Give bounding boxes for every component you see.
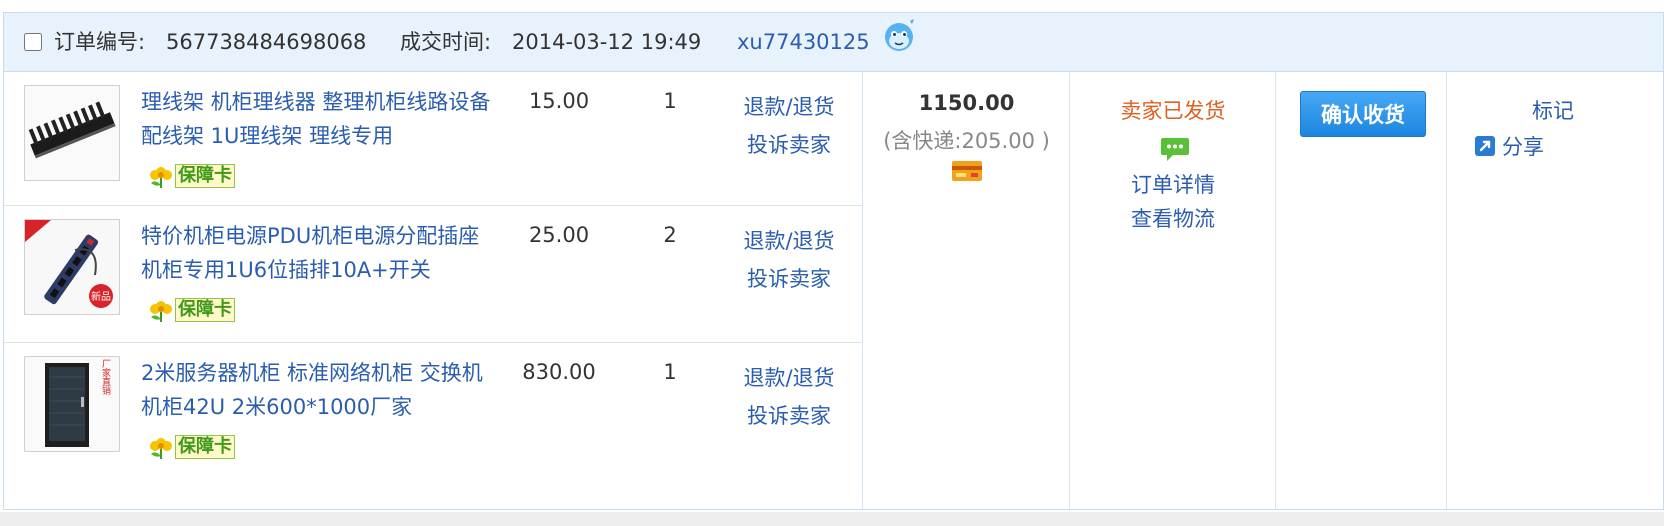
order-item: 厂家直销 2米服务器机柜 标准网络机柜 交换机机柜42U 2米600*1000厂… — [4, 342, 862, 479]
complain-link[interactable]: 投诉卖家 — [724, 400, 854, 430]
guarantee-badge[interactable]: 保障卡 — [147, 297, 243, 323]
deal-time: 2014-03-12 19:49 — [512, 30, 702, 54]
factory-direct-label: 厂家直销 — [100, 359, 111, 396]
item-title-link[interactable]: 2米服务器机柜 标准网络机柜 交换机机柜42U 2米600*1000厂家 — [141, 356, 491, 424]
column-divider — [1275, 71, 1276, 509]
order-card: 订单编号: 567738484698068 成交时间: 2014-03-12 1… — [3, 12, 1664, 510]
order-header: 订单编号: 567738484698068 成交时间: 2014-03-12 1… — [4, 13, 1663, 72]
item-thumbnail[interactable]: 厂家直销 — [24, 356, 120, 452]
flower-icon — [150, 301, 172, 322]
deal-time-label: 成交时间: — [400, 30, 492, 54]
order-total: 1150.00 — [918, 91, 1015, 115]
column-divider — [1446, 71, 1447, 509]
seller-link[interactable]: xu77430125 — [737, 28, 870, 56]
order-number: 567738484698068 — [166, 30, 367, 54]
guarantee-badge-label: 保障卡 — [175, 164, 235, 188]
item-thumbnail[interactable]: 新品 — [24, 219, 120, 315]
item-price: 830.00 — [522, 360, 596, 384]
confirm-receipt-button[interactable]: 确认收货 — [1300, 91, 1426, 137]
guarantee-badge-label: 保障卡 — [175, 435, 235, 459]
pdu-image: 新品 — [25, 220, 119, 314]
server-cabinet-image: 厂家直销 — [25, 357, 119, 451]
item-quantity: 1 — [663, 89, 677, 113]
column-divider — [1069, 71, 1070, 509]
chat-avatar-icon[interactable] — [880, 17, 918, 53]
item-quantity: 2 — [663, 223, 677, 247]
complain-link[interactable]: 投诉卖家 — [724, 129, 854, 159]
order-detail-link[interactable]: 订单详情 — [1070, 169, 1276, 199]
share-label: 分享 — [1502, 135, 1544, 159]
order-number-label: 订单编号: — [54, 30, 146, 54]
item-title-link[interactable]: 特价机柜电源PDU机柜电源分配插座机柜专用1U6位插排10A+开关 — [141, 219, 491, 287]
order-checkbox[interactable] — [24, 33, 42, 51]
flower-icon — [150, 438, 172, 459]
item-price: 15.00 — [528, 89, 590, 113]
refund-link[interactable]: 退款/退货 — [724, 362, 854, 392]
order-status: 卖家已发货 — [1120, 99, 1226, 123]
refund-link[interactable]: 退款/退货 — [724, 91, 854, 121]
column-divider — [862, 71, 863, 509]
share-icon — [1475, 136, 1495, 156]
card-icon[interactable] — [951, 159, 983, 183]
refund-link[interactable]: 退款/退货 — [724, 225, 854, 255]
guarantee-badge-label: 保障卡 — [175, 298, 235, 322]
item-title-link[interactable]: 理线架 机柜理线器 整理机柜线路设备配线架 1U理线架 理线专用 — [141, 85, 491, 153]
view-logistics-link[interactable]: 查看物流 — [1070, 203, 1276, 233]
new-label: 新品 — [91, 290, 111, 303]
guarantee-badge[interactable]: 保障卡 — [147, 434, 243, 460]
mark-link[interactable]: 标记 — [1494, 95, 1574, 125]
cable-manager-image — [25, 86, 119, 180]
shipping-fee: (含快递:205.00 ) — [883, 129, 1050, 153]
guarantee-badge[interactable]: 保障卡 — [147, 163, 243, 189]
share-link[interactable]: 分享 — [1474, 131, 1544, 161]
next-order-strip — [0, 512, 1664, 526]
message-icon[interactable] — [1159, 135, 1191, 163]
order-item: 理线架 机柜理线器 整理机柜线路设备配线架 1U理线架 理线专用 保障卡 15.… — [4, 71, 862, 208]
item-price: 25.00 — [528, 223, 590, 247]
order-item: 新品 特价机柜电源PDU机柜电源分配插座机柜专用1U6位插排10A+开关 保障卡… — [4, 205, 862, 342]
item-thumbnail[interactable] — [24, 85, 120, 181]
complain-link[interactable]: 投诉卖家 — [724, 263, 854, 293]
flower-icon — [150, 167, 172, 188]
item-quantity: 1 — [663, 360, 677, 384]
